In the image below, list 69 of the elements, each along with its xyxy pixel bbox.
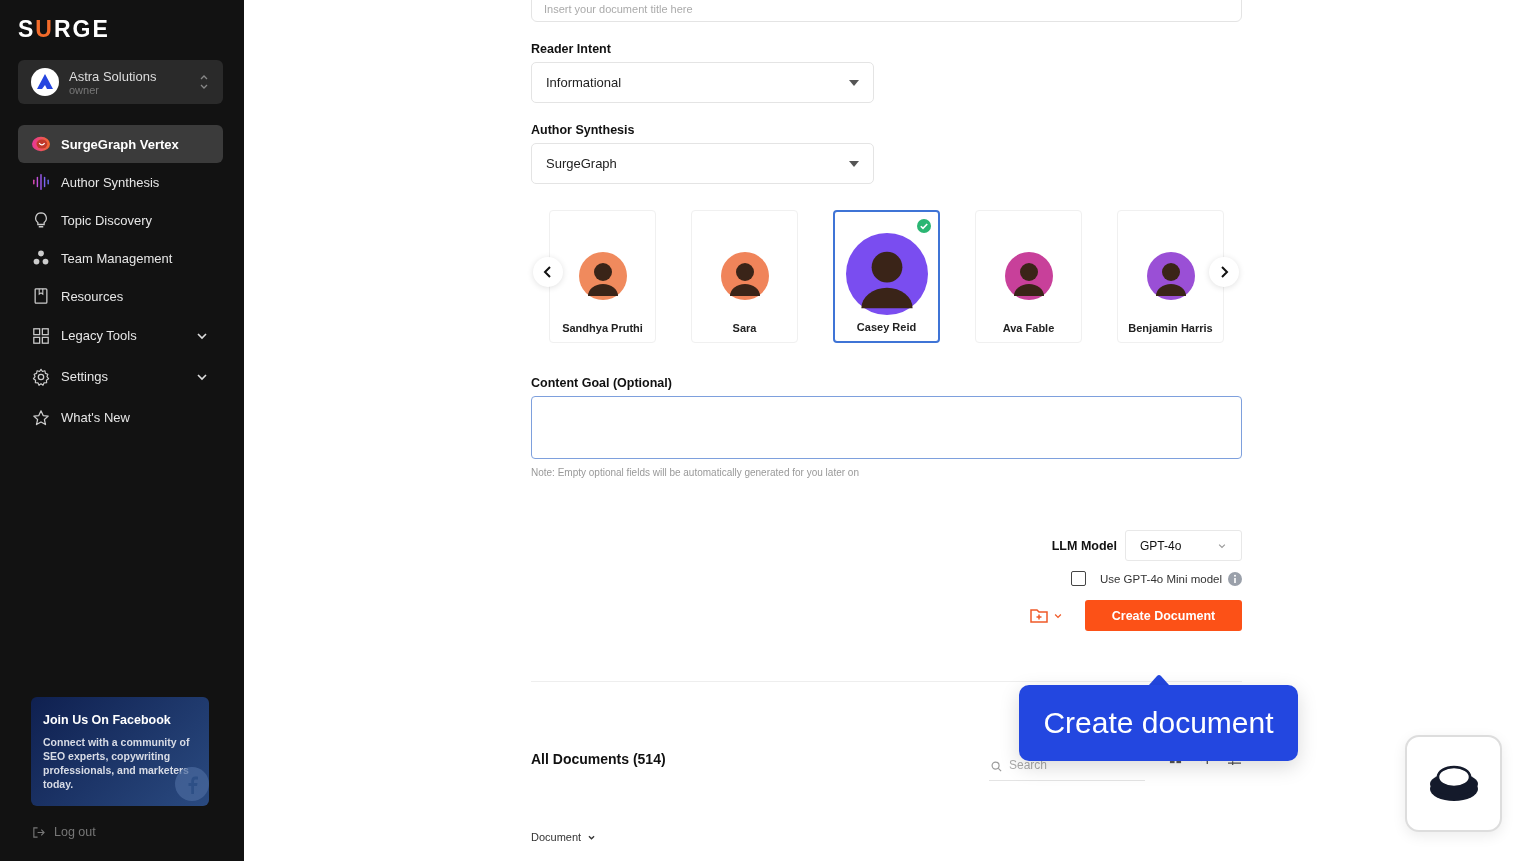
field-label: Content Goal (Optional) — [531, 376, 673, 390]
nav-item[interactable]: SurgeGraph Vertex — [18, 125, 223, 163]
check-icon — [917, 219, 931, 233]
checkbox[interactable] — [1070, 571, 1086, 586]
dropdown-arrow-icon — [849, 79, 859, 86]
folder-dropdown-button[interactable] — [1030, 608, 1063, 623]
nav-item[interactable]: What's New — [18, 397, 223, 438]
dropdown[interactable]: SurgeGraph — [531, 143, 874, 184]
avatar-icon — [845, 233, 928, 315]
workspace-switcher[interactable]: Astra Solutions owner — [18, 60, 223, 104]
dropdown[interactable]: Informational — [531, 62, 874, 103]
next-button[interactable] — [1209, 257, 1239, 287]
avatar-icon — [578, 252, 627, 300]
up-down-chevron-icon — [199, 73, 209, 91]
grid-icon — [32, 326, 50, 345]
author-card[interactable]: Ava Fable — [975, 210, 1082, 343]
chevron-left-icon — [543, 266, 553, 278]
dropdown-arrow-icon — [849, 160, 859, 167]
promo-card[interactable]: Join Us On Facebook Connect with a community of SEO experts, copywriting professionals, and marketers today. — [31, 697, 209, 806]
waveform-icon — [32, 173, 50, 191]
author-card[interactable]: Sara — [691, 210, 798, 343]
field-label: Author Synthesis — [531, 123, 636, 137]
nav-item[interactable]: Settings — [18, 356, 223, 397]
llm-model-label: LLM Model — [1051, 538, 1117, 553]
title-field[interactable]: Insert your document title here — [531, 0, 1242, 22]
section-title: All Documents (514) — [531, 750, 667, 767]
content-goal-field[interactable] — [531, 396, 1242, 459]
model-dropdown[interactable]: GPT-4o — [1125, 530, 1242, 561]
team-icon — [32, 249, 50, 267]
vertex-logo-icon — [32, 135, 50, 153]
previous-button[interactable] — [533, 257, 563, 287]
author-name: Sara — [732, 322, 757, 334]
logout-icon — [32, 825, 45, 839]
info-icon — [1228, 571, 1242, 586]
tooltip: Create document — [1019, 685, 1298, 761]
promo-text: Connect with a community of SEO experts, copywriting professionals, and marketers today. — [43, 735, 191, 791]
nav-item[interactable]: Resources — [18, 277, 223, 315]
star-icon — [32, 408, 50, 427]
note-text: Note: Empty optional fields will be automatically generated for you later on — [531, 467, 860, 478]
lightbulb-icon — [32, 211, 50, 229]
author-name: Benjamin Harris — [1128, 322, 1213, 334]
company-logo-icon — [31, 68, 59, 96]
author-card[interactable]: Casey Reid — [833, 210, 940, 343]
promo-title: Join Us On Facebook — [43, 713, 172, 727]
nav-item[interactable]: Team Management — [18, 239, 223, 277]
author-card[interactable]: Sandhya Pruthi — [549, 210, 656, 343]
column-header[interactable]: Document — [531, 831, 597, 843]
chevron-right-icon — [1219, 266, 1229, 278]
book-icon — [32, 287, 50, 305]
disc-stack-icon — [1428, 764, 1479, 803]
avatar-icon — [1004, 252, 1053, 300]
folder-plus-icon — [1030, 608, 1048, 623]
floating-widget-button[interactable] — [1405, 735, 1502, 832]
avatar-icon — [720, 252, 769, 300]
workspace-role: owner — [69, 83, 100, 96]
author-name: Casey Reid — [856, 321, 917, 333]
nav-item[interactable]: Legacy Tools — [18, 315, 223, 356]
checkbox-label: Use GPT-4o Mini model — [1099, 572, 1222, 585]
nav-item[interactable]: Author Synthesis — [18, 163, 223, 201]
workspace-name: Astra Solutions — [69, 68, 158, 84]
field-label: Reader Intent — [531, 42, 612, 56]
settings-icon — [32, 367, 50, 386]
author-name: Sandhya Pruthi — [562, 322, 643, 334]
nav-item[interactable]: Topic Discovery — [18, 201, 223, 239]
avatar-icon — [1146, 252, 1195, 300]
author-name: Ava Fable — [1002, 322, 1055, 334]
tooltip-arrow — [1148, 674, 1169, 685]
surge-logo: SURGE — [18, 16, 111, 42]
logout-link[interactable]: Log out — [32, 825, 223, 839]
